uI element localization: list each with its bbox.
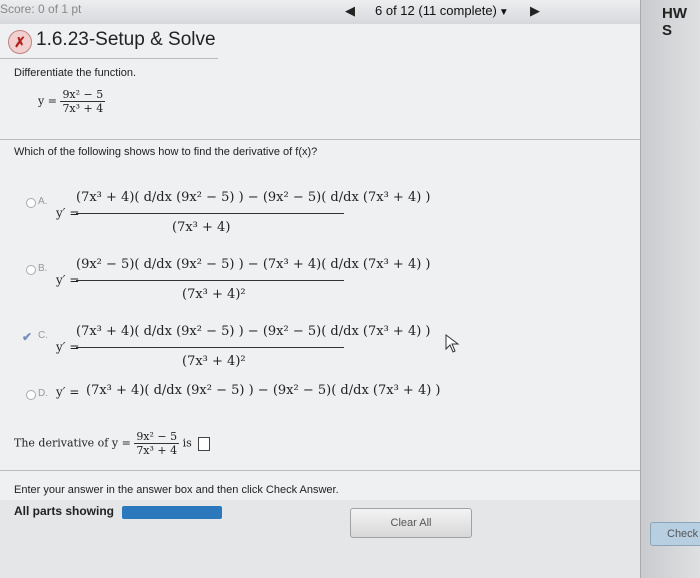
function-expression: y = 9x² − 5 7x³ + 4 xyxy=(38,88,106,115)
section-divider xyxy=(0,139,640,140)
function-fraction: 9x² − 5 7x³ + 4 xyxy=(60,88,106,115)
derivative-numerator: 9x² − 5 xyxy=(136,430,178,443)
parts-progress-bar xyxy=(122,506,222,519)
option-letter: A. xyxy=(38,196,48,207)
option-letter: C. xyxy=(38,330,48,341)
derivative-answer-prompt: The derivative of y = 9x² − 5 7x³ + 4 is xyxy=(14,430,211,457)
option-denominator: (7x³ + 4)² xyxy=(182,287,246,302)
option-numerator: (9x² − 5)( d/dx (9x² − 5) ) − (7x³ + 4)(… xyxy=(76,257,431,272)
derivative-fraction: 9x² − 5 7x³ + 4 xyxy=(134,430,180,457)
fraction-bar xyxy=(76,347,344,348)
question-progress-dropdown[interactable]: 6 of 12 (11 complete) ▼ xyxy=(375,3,509,18)
previous-question-button[interactable]: ◀ xyxy=(345,3,355,19)
progress-label: 6 of 12 (11 complete) xyxy=(375,3,497,18)
page-title: 1.6.23-Setup & Solve xyxy=(36,29,216,50)
check-answer-button[interactable]: Check Answer xyxy=(650,522,700,546)
option-denominator: (7x³ + 4)² xyxy=(182,354,246,369)
chevron-down-icon: ▼ xyxy=(498,7,509,18)
derivative-lead: The derivative of y = xyxy=(14,436,131,450)
option-lhs: y′ = xyxy=(56,385,80,399)
option-letter: D. xyxy=(38,388,48,399)
title-divider xyxy=(0,58,218,59)
option-numerator: (7x³ + 4)( d/dx (9x² − 5) ) − (9x² − 5)(… xyxy=(76,324,431,339)
answer-input[interactable] xyxy=(198,436,211,451)
score-label: Score: 0 of 1 pt xyxy=(0,2,82,16)
radio-button[interactable] xyxy=(26,198,36,208)
next-question-button[interactable]: ▶ xyxy=(530,3,540,19)
fraction-bar xyxy=(76,213,344,214)
radio-button[interactable] xyxy=(26,265,36,275)
option-expression: (7x³ + 4)( d/dx (9x² − 5) ) − (9x² − 5)(… xyxy=(86,383,441,398)
option-numerator: (7x³ + 4)( d/dx (9x² − 5) ) − (9x² − 5)(… xyxy=(76,190,431,205)
option-letter: B. xyxy=(38,263,48,274)
homework-label: HW S xyxy=(662,5,687,39)
option-denominator: (7x³ + 4) xyxy=(172,220,231,235)
top-toolbar: Score: 0 of 1 pt ◀ 6 of 12 (11 complete)… xyxy=(0,0,700,25)
question-prompt: Which of the following shows how to find… xyxy=(14,146,318,158)
function-lhs: y = xyxy=(38,94,57,108)
right-side-strip xyxy=(640,0,700,578)
radio-button[interactable] xyxy=(26,390,36,400)
mouse-cursor-icon xyxy=(445,334,460,353)
incorrect-status-icon: ✗ xyxy=(8,30,32,54)
function-numerator: 9x² − 5 xyxy=(62,88,104,101)
parts-showing-label: All parts showing xyxy=(14,504,115,518)
derivative-tail: is xyxy=(182,436,192,450)
instruction-text: Differentiate the function. xyxy=(14,67,137,79)
fraction-bar xyxy=(76,280,344,281)
function-denominator: 7x³ + 4 xyxy=(60,101,106,115)
answer-divider xyxy=(0,470,640,471)
clear-all-button[interactable]: Clear All xyxy=(350,508,472,538)
instructions-footer: Enter your answer in the answer box and … xyxy=(14,484,339,496)
correct-check-icon: ✔ xyxy=(22,330,33,344)
derivative-denominator: 7x³ + 4 xyxy=(134,443,180,457)
